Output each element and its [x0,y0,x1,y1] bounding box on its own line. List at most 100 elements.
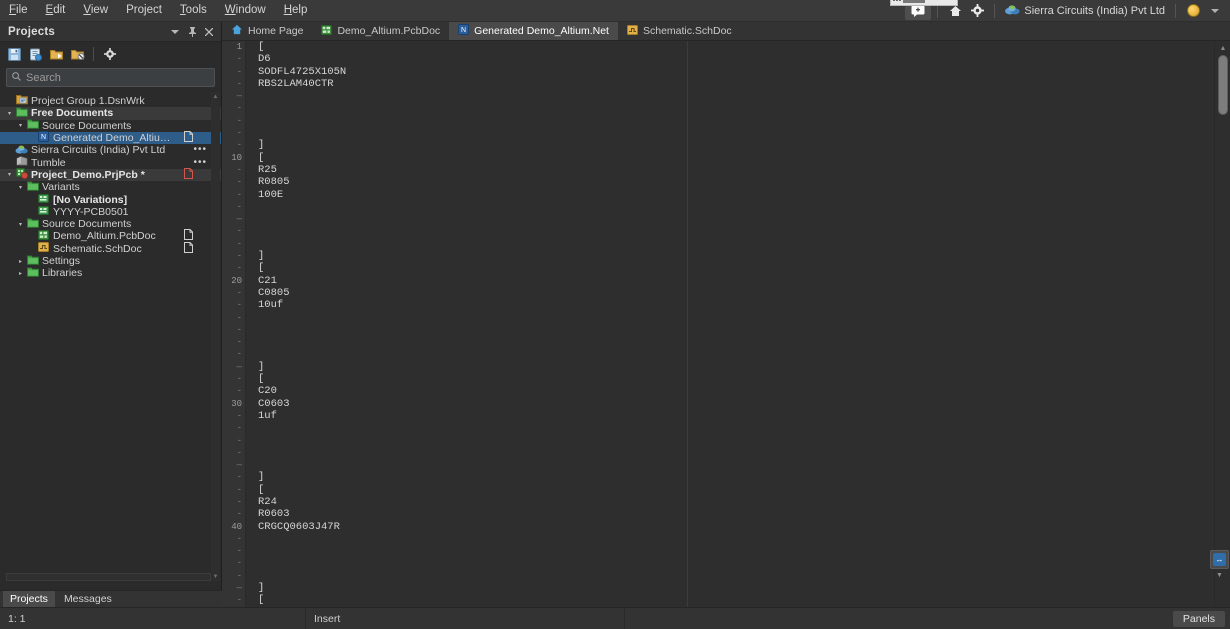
flyout-chevron-down-icon[interactable]: ▼ [1216,572,1223,579]
panel-close-button[interactable] [204,26,214,38]
tree-item-label: Schematic.SchDoc [53,242,142,255]
ellipsis-icon[interactable]: ••• [193,145,207,155]
save-icon[interactable] [6,46,23,63]
tree-item-icon-wrap [26,267,39,280]
code-line: [ [258,373,265,386]
compile-icon[interactable] [27,46,44,63]
folder-icon [26,181,39,194]
panels-flyout[interactable]: ↔ ▼ [1209,550,1230,592]
open-project-icon[interactable] [48,46,65,63]
account-button[interactable]: Sierra Circuits (India) Pvt Ltd [1001,4,1169,18]
panel-vertical-scrollbar[interactable]: ▲ ▼ [211,92,220,581]
close-project-icon[interactable] [69,46,86,63]
variant-icon [38,193,49,206]
project-tree[interactable]: Project Group 1.DsnWrk ▾ Free Documents ▾ So… [0,93,221,563]
gutter-line: - [236,410,242,421]
expander-expand-icon[interactable]: ▸ [15,258,26,265]
tree-item[interactable]: [No Variations] [0,193,221,206]
status-cursor-position: 1: 1 [8,612,26,625]
editor-scroll-up-icon[interactable]: ▲ [1215,41,1230,55]
menu-tools[interactable]: Tools [171,1,216,20]
panel-pin-button[interactable] [187,26,197,38]
tree-item[interactable]: ▾ Free Documents [0,107,221,120]
tree-item-icon-wrap [15,107,28,120]
gutter-line: — [236,361,242,372]
gutter-line: - [236,115,242,126]
expander-collapse-icon[interactable]: ▾ [15,221,26,228]
status-bar: 1: 1 Insert Panels [0,607,1230,629]
expander-collapse-icon[interactable]: ▾ [4,171,15,178]
tree-item-label: Libraries [42,267,83,280]
tree-item-label: Free Documents [31,107,114,120]
editor-tab[interactable]: Home Page [222,22,312,40]
editor-tab[interactable]: N Generated Demo_Altium.Net [449,22,618,40]
tree-item[interactable]: ▾ Source Documents [0,218,221,230]
tree-item-label: Tumble [31,156,66,169]
menu-view[interactable]: View [74,1,117,20]
editor-tab-bar: Home Page Demo_Altium.PcbDoc N Generated De… [222,22,1230,41]
gutter-line: - [236,78,242,89]
menu-window[interactable]: Window [216,1,275,20]
tree-item[interactable]: Sierra Circuits (India) Pvt Ltd ••• [0,144,221,156]
gutter-line: - [236,312,242,323]
menu-file[interactable]: File [0,1,37,20]
panel-tab-messages[interactable]: Messages [57,591,119,608]
menu-help[interactable]: Help [275,1,317,20]
gutter-line: 40 [231,521,242,532]
editor-scroll-thumb[interactable] [1218,55,1228,115]
code-region[interactable]: 1- - - — - - - -10- - - - — - - - -20- - - - - - — - -30- - - - — - -… [222,41,1230,607]
schdoc-icon [626,24,638,38]
gutter-line: - [236,177,242,188]
editor-vertical-scrollbar[interactable]: ▲ [1214,41,1230,607]
code-line: ] [258,582,265,595]
options-gear-icon[interactable] [101,46,118,63]
tree-item[interactable]: YYYY-PCB0501 [0,205,221,218]
avatar[interactable] [1182,2,1204,20]
tree-item[interactable]: ▸ Libraries [0,267,221,279]
panel-tab-projects[interactable]: Projects [3,590,55,608]
tree-item[interactable]: N Generated Demo_Altium.Net [0,131,221,145]
tree-item[interactable]: Project Group 1.DsnWrk [0,95,221,107]
panels-button[interactable]: Panels [1172,610,1225,627]
gear-icon[interactable] [966,2,988,20]
expander-collapse-icon[interactable]: ▾ [15,184,26,191]
code-line: CRGCQ0603J47R [258,520,340,533]
tree-item[interactable]: ▾ Variants [0,181,221,193]
doc-icon [184,131,193,145]
panel-horizontal-scrollbar[interactable] [6,573,211,581]
chevron-down-icon[interactable] [1204,2,1226,20]
tree-item[interactable]: Tumble ••• [0,155,221,169]
search-wrapper: Search [0,66,221,93]
expander-expand-icon[interactable]: ▸ [15,270,26,277]
line-number-gutter: 1- - - — - - - -10- - - - — - - - -20- - - - - - — - -30- - - - — - -… [222,41,246,607]
search-input[interactable]: Search [6,68,215,87]
expander-collapse-icon[interactable]: ▾ [4,110,15,117]
editor-tab[interactable]: Demo_Altium.PcbDoc [312,22,449,40]
menu-edit[interactable]: Edit [37,1,75,20]
code-line: R0603 [258,508,290,521]
gutter-line: - [236,546,242,557]
netlist-text-content[interactable]: [D6 SODFL4725X105N RBS2LAM40CTR ][R25 R0805… [246,41,1230,607]
menu-project[interactable]: Project [117,1,171,20]
tree-item-icon-wrap [37,242,50,255]
tree-item[interactable]: ▾ Source Documents [0,120,221,132]
panel-dropdown-button[interactable] [170,26,180,38]
tree-item[interactable]: ▸ Settings [0,255,221,267]
doc-icon [184,241,193,256]
tree-item[interactable]: Demo_Altium.PcbDoc [0,229,221,242]
tree-item[interactable]: Schematic.SchDoc [0,241,221,256]
tree-item-label: Source Documents [42,218,132,231]
expander-collapse-icon[interactable]: ▾ [15,122,26,129]
gutter-line: - [236,164,242,175]
tree-item[interactable]: ▾ Project_Demo.PrjPcb * [0,167,221,182]
ellipsis-icon[interactable]: ••• [193,157,207,167]
scroll-down-arrow-icon[interactable]: ▼ [211,572,220,581]
editor-tab[interactable]: Schematic.SchDoc [618,22,741,40]
scroll-up-arrow-icon[interactable]: ▲ [211,92,220,101]
expand-arrows-icon[interactable]: ↔ [1210,550,1229,569]
netlist-icon: N [458,24,470,38]
